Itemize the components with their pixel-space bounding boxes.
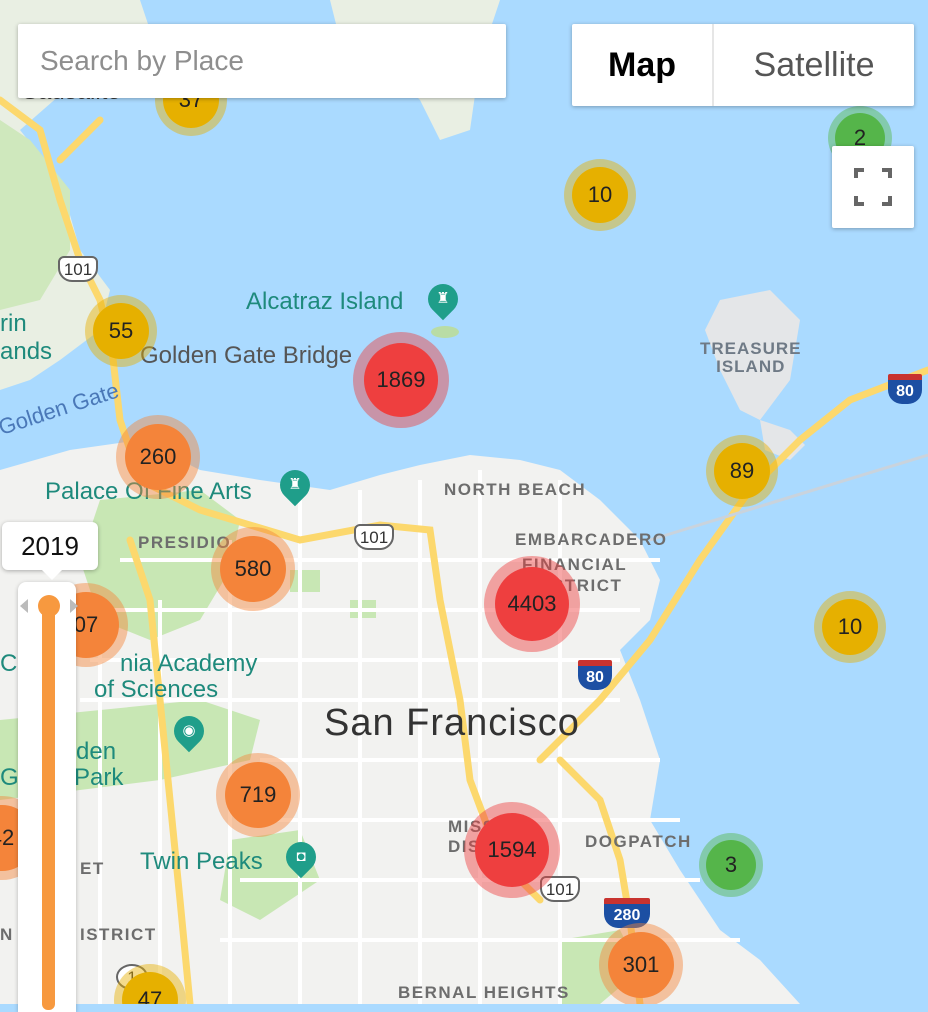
cluster-marker[interactable]: 4403 — [484, 556, 580, 652]
label-north-beach: NORTH BEACH — [444, 480, 587, 499]
cluster-marker[interactable]: 10 — [814, 591, 886, 663]
fullscreen-button[interactable] — [832, 146, 914, 228]
cluster-marker[interactable]: 1594 — [464, 802, 560, 898]
label-n: N — [0, 925, 14, 944]
label-alcatraz: Alcatraz Island — [246, 288, 404, 315]
cluster-marker[interactable]: 3 — [699, 833, 763, 897]
label-marin-2: ands — [0, 338, 53, 365]
chevron-right-icon — [70, 599, 78, 613]
label-golden-gate-bridge: Golden Gate Bridge — [140, 342, 353, 369]
cluster-count: 260 — [125, 424, 191, 490]
year-slider-fill[interactable] — [42, 600, 55, 1010]
chevron-left-icon — [20, 599, 28, 613]
map-canvas[interactable]: Sausalito Alcatraz Island ♜ Golden Gate … — [0, 0, 928, 1004]
cluster-count: 10 — [822, 599, 878, 655]
cluster-count: 719 — [225, 762, 291, 828]
label-gg-park-1: den — [76, 738, 117, 765]
alcatraz-land — [431, 326, 459, 338]
label-treasure-island: TREASURE ISLAND — [700, 340, 802, 376]
map-type-control: Map Satellite — [572, 24, 914, 106]
cluster-count: 89 — [714, 443, 770, 499]
label-academy-1: nia Academy — [120, 650, 258, 677]
cluster-count: 1594 — [475, 813, 549, 887]
alcatraz-pin-icon[interactable]: ♜ — [421, 277, 465, 321]
academy-pin-icon[interactable]: ◉ — [167, 709, 211, 753]
cluster-marker[interactable]: 260 — [116, 415, 200, 499]
search-input[interactable] — [18, 24, 506, 98]
cluster-marker[interactable]: 55 — [85, 295, 157, 367]
cluster-marker[interactable]: 301 — [599, 923, 683, 1004]
cluster-marker[interactable]: 10 — [564, 159, 636, 231]
label-san-francisco: San Francisco — [324, 702, 580, 744]
slider-knob — [38, 595, 60, 617]
cluster-count: 3 — [706, 840, 756, 890]
year-label: 2019 — [2, 522, 98, 580]
label-twin-peaks: Twin Peaks — [140, 848, 263, 875]
label-istrict: ISTRICT — [80, 925, 157, 944]
cluster-marker[interactable]: 580 — [211, 527, 295, 611]
cluster-count: 580 — [220, 536, 286, 602]
label-embarcadero: EMBARCADERO — [515, 530, 668, 549]
cluster-marker[interactable]: 1869 — [353, 332, 449, 428]
label-gg-park-g: G — [0, 764, 19, 791]
map-type-map-button[interactable]: Map — [572, 24, 714, 106]
us101-shield-icon: 101 — [354, 524, 394, 550]
cluster-count: 4403 — [495, 567, 569, 641]
cluster-count: 1869 — [364, 343, 438, 417]
us101-shield-icon: 101 — [58, 256, 98, 282]
cluster-count: 301 — [608, 932, 674, 998]
label-dogpatch: DOGPATCH — [585, 832, 692, 851]
label-marin-1: rin — [0, 310, 27, 337]
twin-peaks-pin-icon[interactable]: ◘ — [279, 835, 323, 879]
label-bernal-heights: BERNAL HEIGHTS — [398, 983, 570, 1002]
palace-pin-icon[interactable]: ♜ — [273, 463, 317, 507]
year-slider-thumb[interactable] — [14, 592, 84, 620]
map-type-satellite-button[interactable]: Satellite — [714, 24, 914, 106]
label-treasure: TREASURE — [700, 339, 802, 358]
i80-shield-icon: 80 — [578, 660, 612, 690]
cluster-count: 55 — [93, 303, 149, 359]
label-set: ET — [80, 859, 105, 878]
cluster-marker[interactable]: 89 — [706, 435, 778, 507]
cluster-count: 10 — [572, 167, 628, 223]
cluster-count: 47 — [122, 972, 178, 1004]
i80-shield-icon: 80 — [888, 374, 922, 404]
cluster-marker[interactable]: 719 — [216, 753, 300, 837]
label-academy-c: C — [0, 650, 18, 677]
label-academy-2: of Sciences — [94, 676, 219, 703]
label-gg-park-2: Park — [74, 764, 124, 791]
fullscreen-icon — [854, 168, 892, 206]
label-island: ISLAND — [716, 356, 786, 376]
